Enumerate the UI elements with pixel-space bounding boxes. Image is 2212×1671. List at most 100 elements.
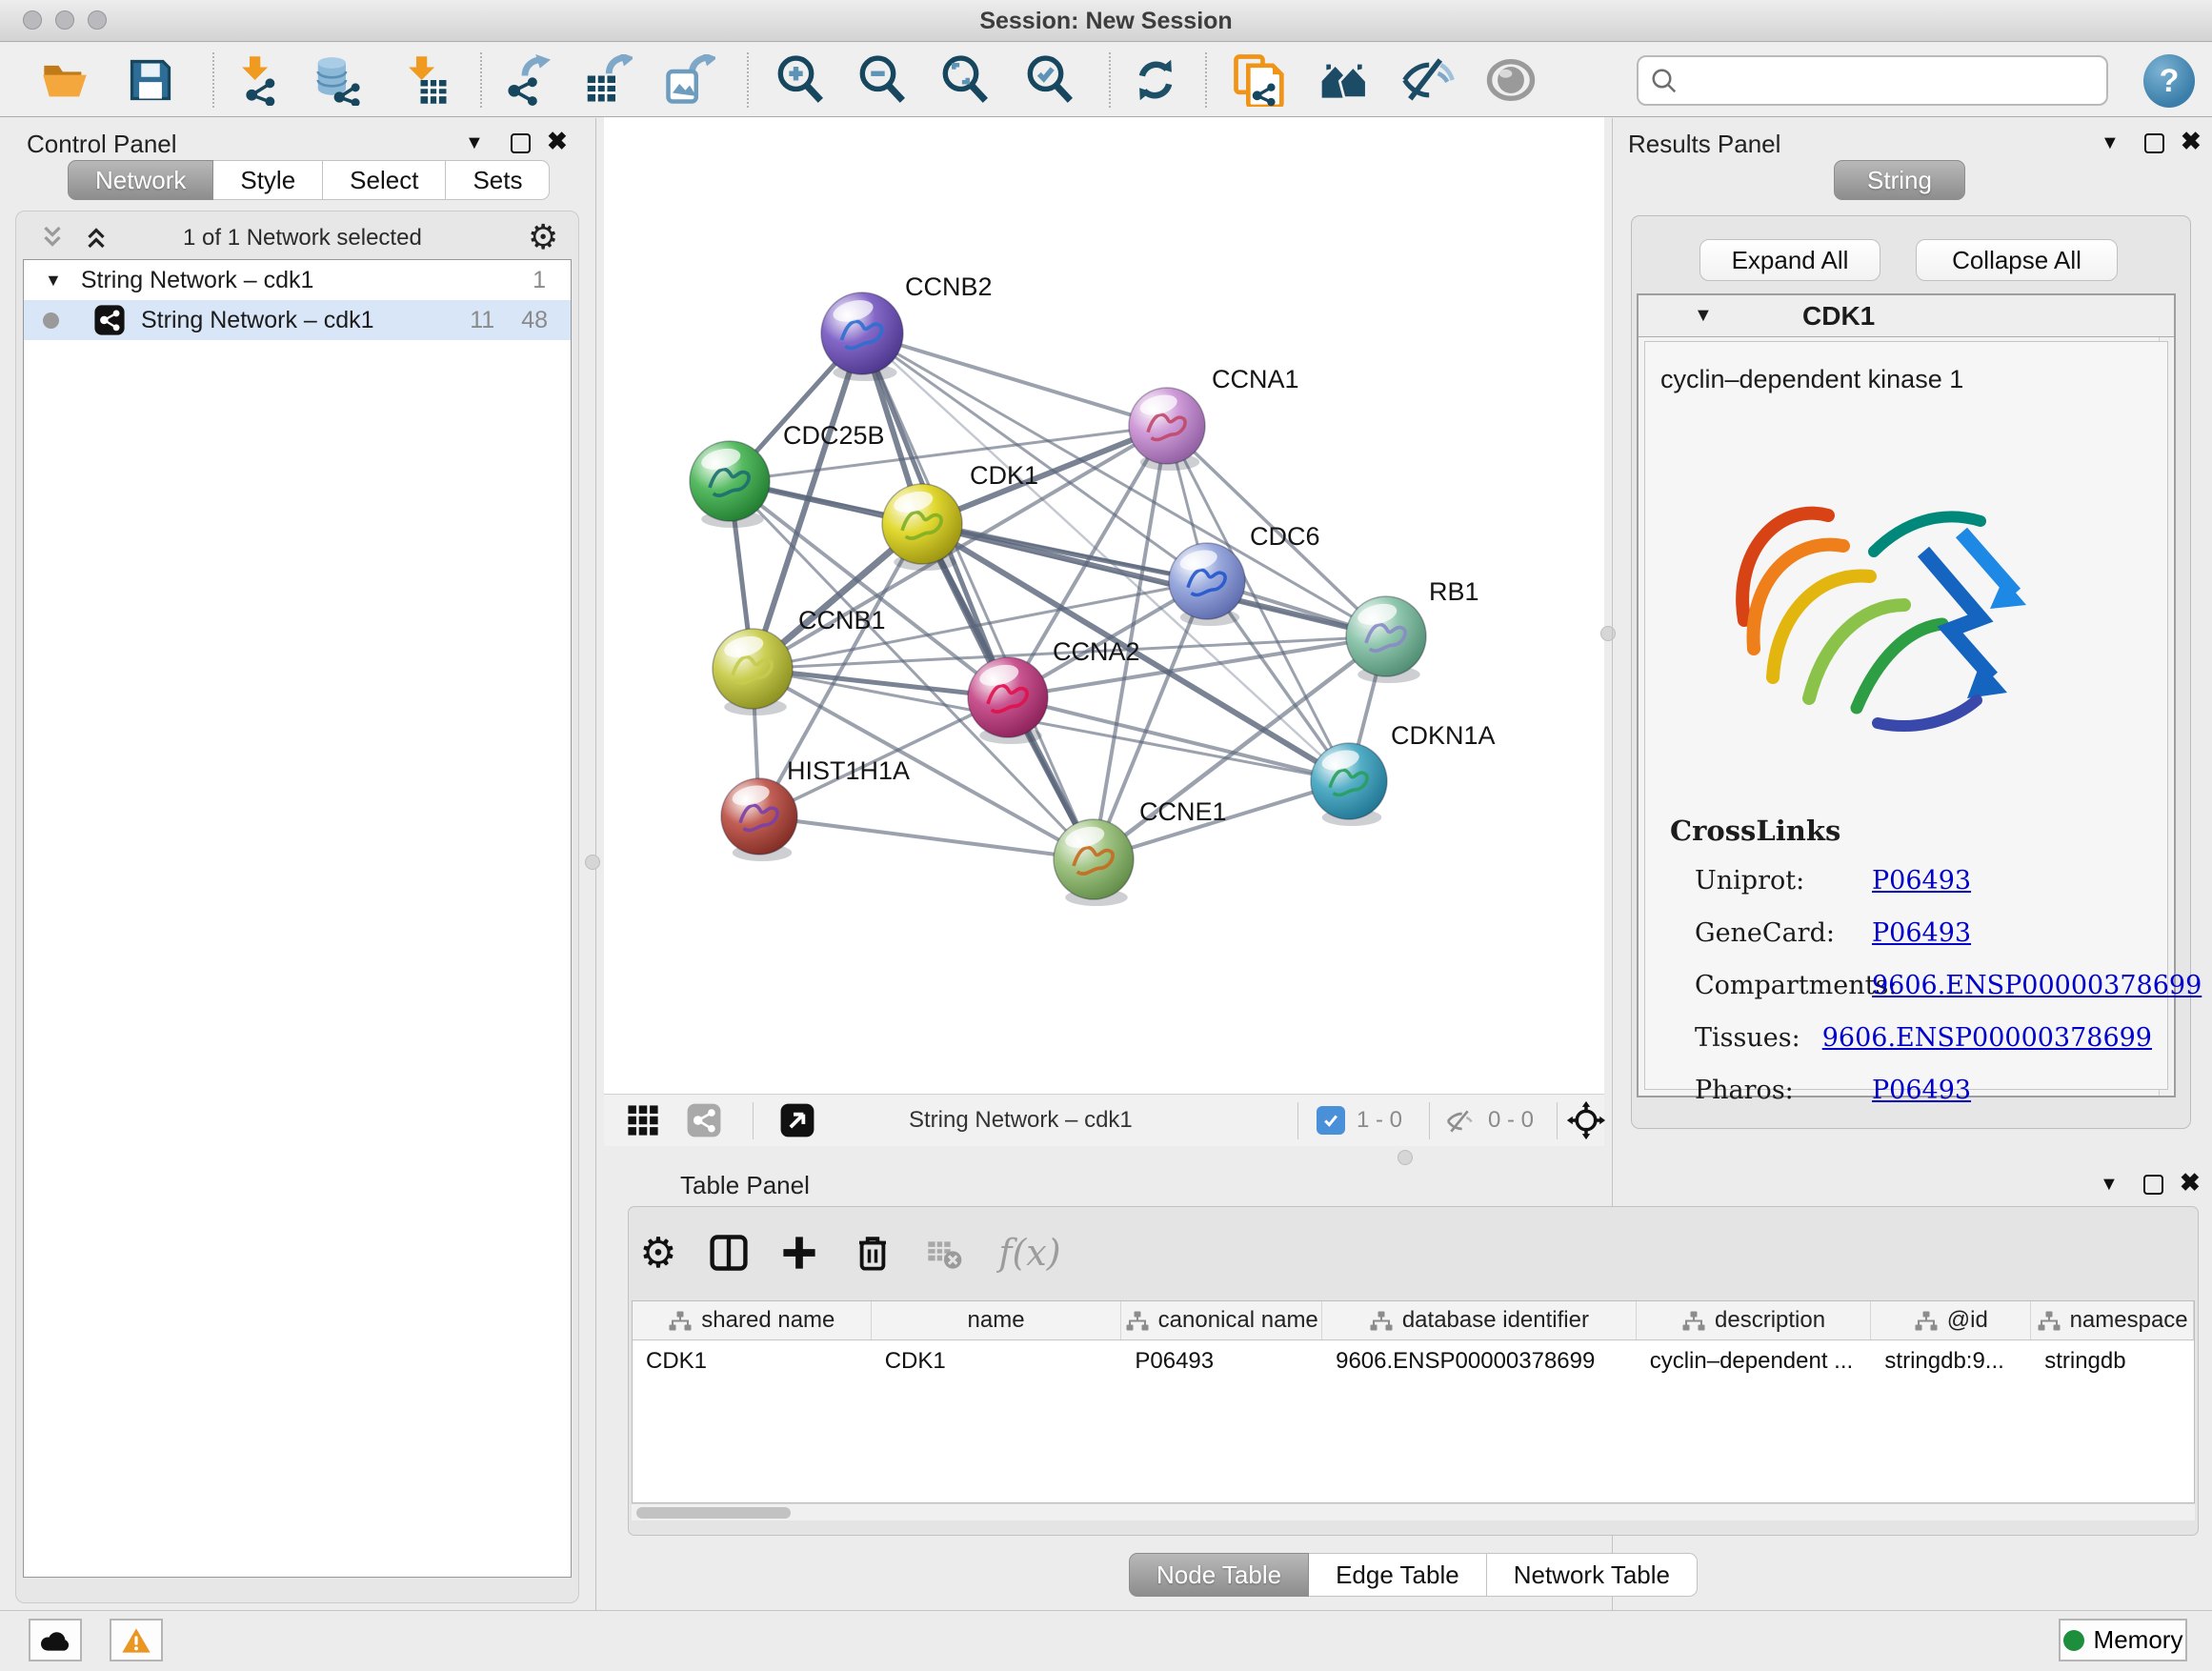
table-cell[interactable]: cyclin–dependent ... xyxy=(1637,1340,1872,1380)
node-label-CDK1: CDK1 xyxy=(970,461,1038,490)
table-cell[interactable]: 9606.ENSP00000378699 xyxy=(1322,1340,1637,1380)
edge-CCNB2-CCNA1[interactable] xyxy=(862,333,1167,426)
gear-icon: ⚙ xyxy=(528,217,558,256)
table-horizontal-scrollbar[interactable] xyxy=(632,1503,2195,1520)
show-columns-button[interactable] xyxy=(701,1225,756,1280)
tab-node-table[interactable]: Node Table xyxy=(1129,1553,1309,1597)
warnings-button[interactable] xyxy=(110,1619,163,1661)
network-row[interactable]: String Network – cdk1 11 48 xyxy=(24,300,571,340)
toolbar-separator xyxy=(747,52,749,108)
column-header-description[interactable]: description xyxy=(1637,1301,1872,1339)
collapse-all-button[interactable]: Collapse All xyxy=(1916,239,2118,281)
cloud-status-button[interactable] xyxy=(29,1619,82,1661)
edge-CCNE1-HIST1H1A[interactable] xyxy=(759,816,1094,859)
crosslink-link[interactable]: 9606.ENSP00000378699 xyxy=(1822,1023,2152,1053)
save-session-button[interactable] xyxy=(121,50,180,110)
import-network-from-file-button[interactable] xyxy=(229,50,288,110)
tree-expand-icon[interactable]: ▼ xyxy=(45,271,62,291)
control-panel-maximize-button[interactable] xyxy=(511,133,531,156)
selected-checkbox-icon[interactable] xyxy=(1317,1106,1345,1135)
function-builder-button[interactable]: f(x) xyxy=(987,1225,1073,1280)
search-input[interactable] xyxy=(1688,68,2095,94)
network-panel-options-button[interactable]: ⚙ xyxy=(528,217,558,257)
crosslink-link[interactable]: P06493 xyxy=(1872,1076,1971,1105)
results-panel-float-button[interactable]: ▼ xyxy=(2101,133,2120,152)
refresh-view-button[interactable] xyxy=(1126,50,1185,110)
zoom-fit-button[interactable] xyxy=(935,50,995,110)
expand-all-networks-button[interactable] xyxy=(82,223,111,252)
table-panel-close-button[interactable]: ✖ xyxy=(2180,1172,2201,1194)
column-header--id[interactable]: @id xyxy=(1871,1301,2031,1339)
node-entry-header[interactable]: ▼ CDK1 xyxy=(1639,295,2174,337)
crosslink-link[interactable]: 9606.ENSP00000378699 xyxy=(1872,971,2202,1000)
tab-string[interactable]: String xyxy=(1834,160,1965,200)
tab-network-table[interactable]: Network Table xyxy=(1487,1553,1698,1597)
column-header-name[interactable]: name xyxy=(872,1301,1122,1339)
table-panel-float-button[interactable]: ▼ xyxy=(2100,1175,2119,1194)
edge-CCNB2-RB1[interactable] xyxy=(862,333,1386,636)
zoom-selected-button[interactable] xyxy=(1020,50,1079,110)
table-cell[interactable]: P06493 xyxy=(1121,1340,1322,1380)
export-network-button[interactable] xyxy=(495,50,554,110)
column-header-canonical-name[interactable]: canonical name xyxy=(1121,1301,1322,1339)
table-row[interactable]: CDK1CDK1P064939606.ENSP00000378699cyclin… xyxy=(633,1340,2194,1380)
zoom-in-button[interactable] xyxy=(771,50,830,110)
control-panel-float-button[interactable]: ▼ xyxy=(465,133,484,152)
table-panel-maximize-button[interactable] xyxy=(2143,1175,2163,1198)
string-import-button[interactable] xyxy=(1230,50,1289,110)
toolbar-separator xyxy=(1205,52,1207,108)
import-network-from-database-button[interactable] xyxy=(308,50,367,110)
tab-style[interactable]: Style xyxy=(213,160,323,200)
column-header-namespace[interactable]: namespace xyxy=(2031,1301,2194,1339)
table-cell[interactable]: CDK1 xyxy=(872,1340,1122,1380)
column-type-icon xyxy=(668,1310,692,1332)
help-button[interactable]: ? xyxy=(2143,54,2195,108)
entry-collapse-icon[interactable]: ▼ xyxy=(1694,305,1713,327)
show-hide-button[interactable] xyxy=(1398,50,1458,110)
scrollbar-thumb[interactable] xyxy=(636,1507,791,1519)
glass-ball-effect-button[interactable] xyxy=(1481,50,1540,110)
table-cell[interactable]: stringdb:9... xyxy=(1871,1340,2031,1380)
column-header-shared-name[interactable]: shared name xyxy=(633,1301,872,1339)
network-collection-row[interactable]: ▼ String Network – cdk1 1 xyxy=(24,260,571,300)
delete-table-button[interactable] xyxy=(916,1225,972,1280)
control-panel-close-button[interactable]: ✖ xyxy=(547,131,568,152)
open-session-button[interactable] xyxy=(35,50,94,110)
crosslink-link[interactable]: P06493 xyxy=(1872,866,1971,896)
fit-selected-button[interactable] xyxy=(1566,1100,1606,1140)
add-column-button[interactable] xyxy=(772,1225,827,1280)
network-icon xyxy=(93,304,126,336)
column-label: database identifier xyxy=(1402,1307,1589,1334)
export-table-button[interactable] xyxy=(577,50,636,110)
tab-select[interactable]: Select xyxy=(323,160,446,200)
horizontal-splitter-handle[interactable] xyxy=(1398,1150,1413,1165)
tab-edge-table[interactable]: Edge Table xyxy=(1309,1553,1487,1597)
results-panel-close-button[interactable]: ✖ xyxy=(2181,131,2202,152)
import-table-from-file-button[interactable] xyxy=(395,50,454,110)
import-network-icon xyxy=(232,54,284,106)
tab-sets[interactable]: Sets xyxy=(446,160,550,200)
double-chevron-up-icon xyxy=(82,223,111,252)
birds-eye-view-button[interactable] xyxy=(779,1102,815,1138)
left-splitter-handle[interactable] xyxy=(585,855,600,870)
zoom-out-button[interactable] xyxy=(853,50,912,110)
delete-column-button[interactable] xyxy=(845,1225,900,1280)
tab-network[interactable]: Network xyxy=(68,160,213,200)
expand-all-button[interactable]: Expand All xyxy=(1699,239,1880,281)
network-canvas[interactable]: CCNB2CCNA1CDC25BCDK1CDC6RB1CCNB1CCNA2CDK… xyxy=(604,117,1604,1094)
grid-mode-button[interactable] xyxy=(627,1104,659,1137)
network-view-mode-button[interactable] xyxy=(686,1102,722,1138)
string-home-button[interactable] xyxy=(1315,50,1374,110)
table-options-button[interactable]: ⚙ xyxy=(631,1225,686,1280)
crosslink-label: GeneCard: xyxy=(1695,918,1872,948)
results-panel-maximize-button[interactable] xyxy=(2144,133,2164,156)
collapse-all-networks-button[interactable] xyxy=(38,223,67,252)
memory-button[interactable]: Memory xyxy=(2059,1619,2187,1661)
external-arrow-icon xyxy=(779,1102,815,1138)
network-view[interactable]: CCNB2CCNA1CDC25BCDK1CDC6RB1CCNB1CCNA2CDK… xyxy=(604,117,1604,1094)
export-image-button[interactable] xyxy=(660,50,719,110)
column-header-database-identifier[interactable]: database identifier xyxy=(1322,1301,1637,1339)
crosslink-link[interactable]: P06493 xyxy=(1872,918,1971,948)
table-cell[interactable]: stringdb xyxy=(2031,1340,2194,1380)
table-cell[interactable]: CDK1 xyxy=(633,1340,872,1380)
